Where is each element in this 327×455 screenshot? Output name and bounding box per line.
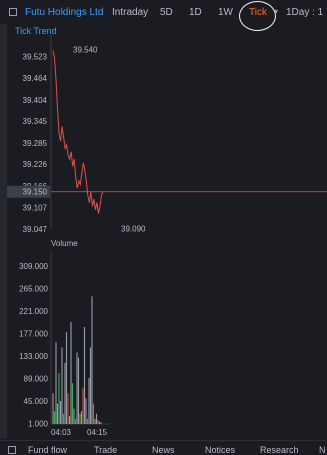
volume-tick-label: 89.000 <box>24 375 49 384</box>
price-tick-label: 39.345 <box>23 117 48 126</box>
price-tick-label: 39.523 <box>23 53 48 62</box>
low-price-label: 39.090 <box>121 224 146 233</box>
price-tick-label: 39.404 <box>23 96 48 105</box>
volume-tick-label: 177.000 <box>19 330 48 339</box>
price-tick-label: 39.107 <box>23 203 48 212</box>
price-tick-label: 39.226 <box>23 160 48 169</box>
panel-toggle-icon[interactable] <box>8 446 16 454</box>
chart-area[interactable]: 39.523 39.464 39.404 39.345 39.285 39.226 39.1… <box>0 0 327 440</box>
bottom-tab-bar: Fund flow Trade News Notices Research N <box>0 440 327 455</box>
volume-x-tick-label: 04:15 <box>87 428 108 437</box>
price-tick-label: 39.047 <box>23 225 48 234</box>
volume-tick-label: 133.000 <box>19 352 48 361</box>
volume-title: Volume <box>51 239 78 248</box>
price-series-line <box>52 50 104 214</box>
price-tick-label: 39.285 <box>23 139 48 148</box>
volume-tick-label: 45.000 <box>24 397 49 406</box>
high-price-label: 39.540 <box>73 46 98 55</box>
volume-chart: Volume 309.000 265.000 221.000 177.000 133.00… <box>19 239 110 437</box>
volume-tick-label: 221.000 <box>19 307 48 316</box>
current-price-label: 39.150 <box>23 188 48 197</box>
volume-tick-label: 309.000 <box>19 262 48 271</box>
tick-trend-chart: 39.523 39.464 39.404 39.345 39.285 39.226 39.1… <box>7 35 327 234</box>
volume-tick-label: 265.000 <box>19 285 48 294</box>
price-tick-label: 39.464 <box>23 74 48 83</box>
volume-x-tick-label: 04:03 <box>51 428 72 437</box>
volume-tick-label: 1.000 <box>28 419 49 428</box>
